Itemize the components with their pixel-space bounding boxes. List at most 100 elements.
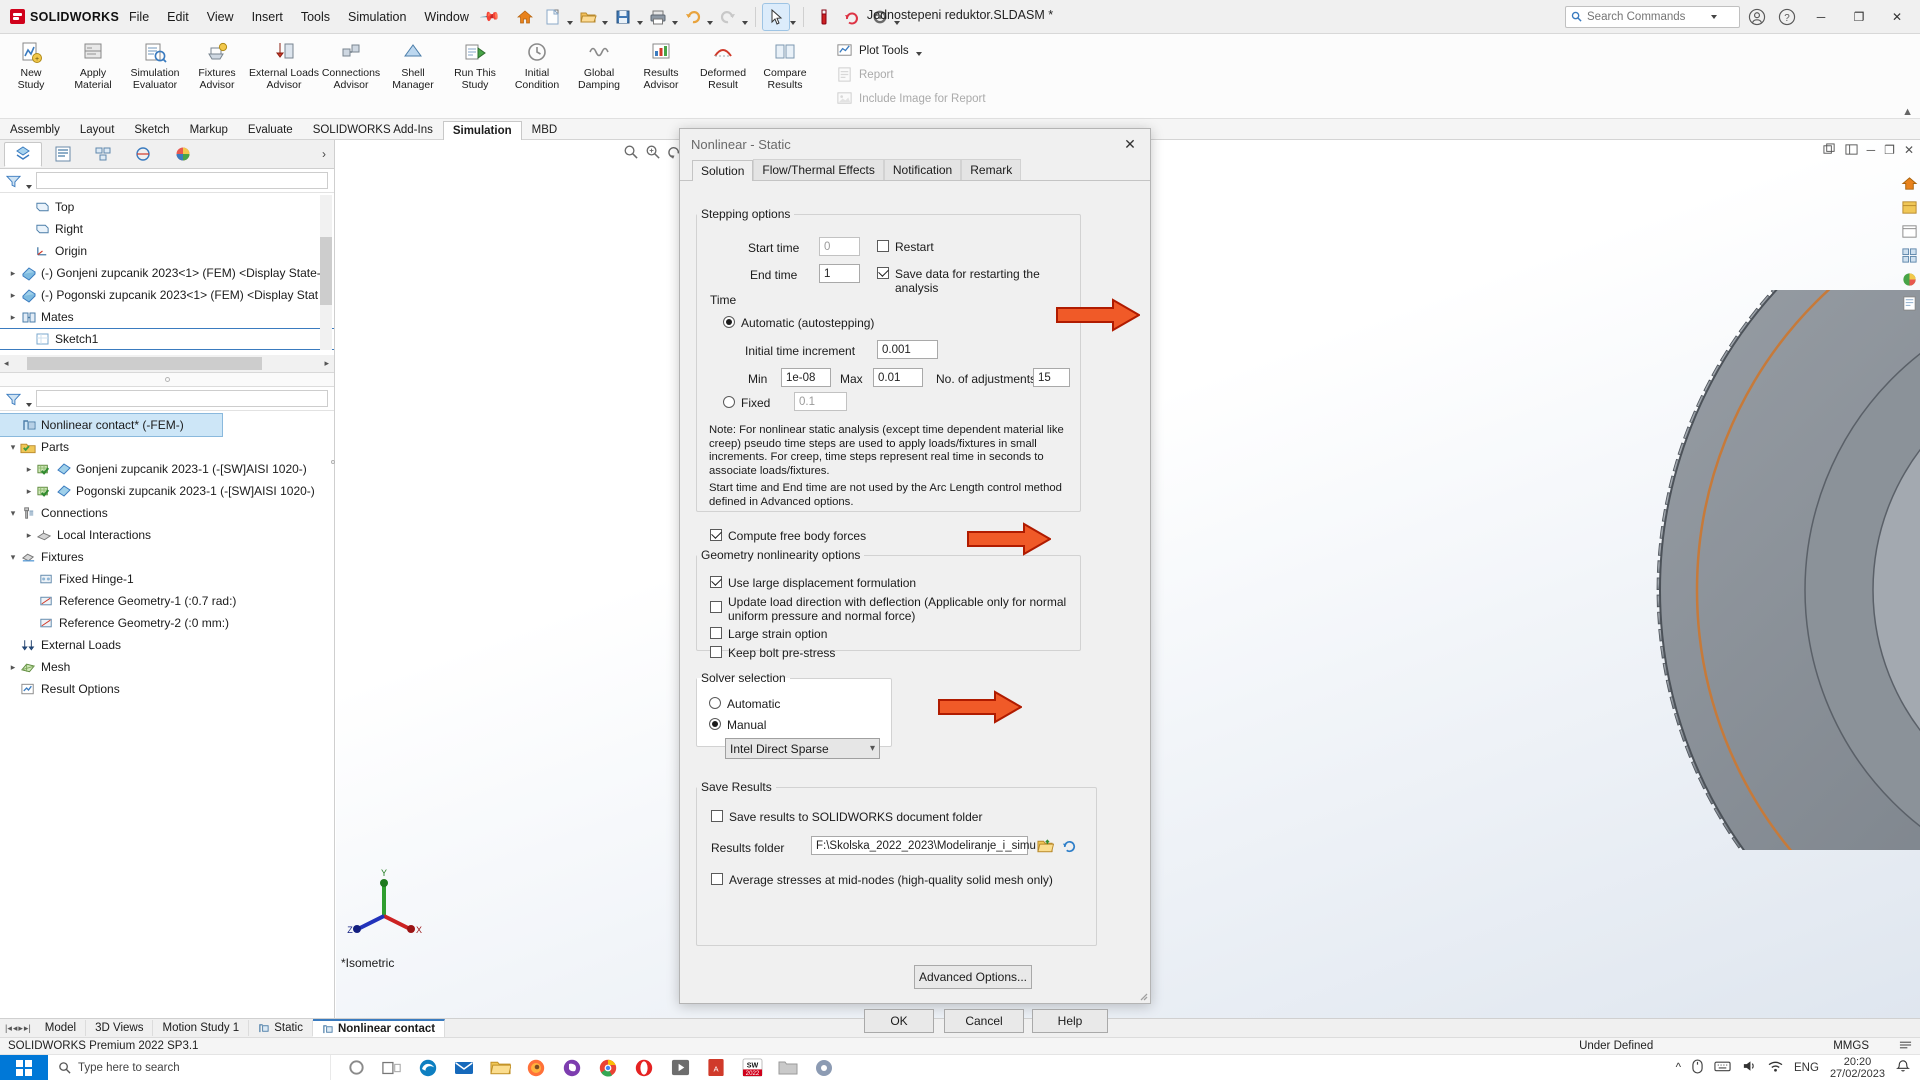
select-cursor-icon[interactable]: [762, 2, 791, 31]
media-player-icon[interactable]: [665, 1056, 695, 1080]
tab-mbd[interactable]: MBD: [522, 120, 568, 139]
average-stresses-row[interactable]: Average stresses at mid-nodes (high-qual…: [711, 873, 1053, 887]
twisty[interactable]: ▸: [6, 312, 20, 323]
task-view-icon[interactable]: [377, 1056, 407, 1080]
folder-browse-icon[interactable]: [1035, 836, 1055, 856]
dialog-tab-flow-thermal-effects[interactable]: Flow/Thermal Effects: [753, 159, 884, 180]
rebuild-icon[interactable]: [839, 4, 865, 30]
tree-item-local-interactions[interactable]: ▸ Local Interactions: [0, 524, 334, 546]
twisty[interactable]: ▸: [6, 268, 20, 279]
save-restart-checkbox[interactable]: [877, 267, 889, 279]
doc-minimize-button[interactable]: ─: [1867, 143, 1876, 159]
app-icon[interactable]: [809, 1056, 839, 1080]
tree-item-reference-geometry-2[interactable]: Reference Geometry-2 (:0 mm:): [0, 612, 334, 634]
solver-manual-row[interactable]: Manual: [709, 718, 766, 732]
ok-button[interactable]: OK: [864, 1009, 934, 1033]
edge-icon[interactable]: [413, 1056, 443, 1080]
open-dropdown-icon[interactable]: [602, 20, 609, 25]
tree-item-result-options[interactable]: Result Options: [0, 678, 334, 700]
menu-insert[interactable]: Insert: [243, 6, 292, 28]
custom-properties-icon[interactable]: [1900, 294, 1919, 313]
dialog-tab-remark[interactable]: Remark: [961, 159, 1022, 180]
close-icon[interactable]: ✕: [1116, 132, 1144, 156]
use-large-displacement-row[interactable]: Use large displacement formulation: [710, 576, 916, 590]
refresh-icon[interactable]: [1059, 836, 1079, 856]
tab-evaluate[interactable]: Evaluate: [238, 120, 303, 139]
fixed-radio-row[interactable]: Fixed: [723, 396, 770, 410]
doc-maximize-button[interactable]: ❐: [1884, 143, 1895, 159]
new-document-dropdown-icon[interactable]: [567, 20, 574, 25]
tab-markup[interactable]: Markup: [180, 120, 238, 139]
fixed-increment-input[interactable]: 0.1: [794, 392, 847, 411]
tree-item-fixtures[interactable]: ▾ Fixtures: [0, 546, 334, 568]
tab-nav-next[interactable]: ▸: [18, 1023, 23, 1034]
ribbon-external-loads-advisor[interactable]: External Loads Advisor: [248, 34, 320, 118]
mouse-icon[interactable]: [1692, 1058, 1703, 1077]
tree-item-pogonski-zupcanik[interactable]: ▸ (-) Pogonski zupcanik 2023<1> (FEM) <D…: [0, 284, 334, 306]
menu-view[interactable]: View: [198, 6, 243, 28]
model-tree-horizontal-scrollbar[interactable]: ◂ ▸: [0, 355, 334, 372]
options-dropdown-icon[interactable]: [894, 20, 901, 25]
ribbon-new-study[interactable]: + New Study: [0, 34, 62, 118]
doc-tab-nonlinear-contact[interactable]: Nonlinear contact: [312, 1019, 446, 1037]
solver-manual-radio[interactable]: [709, 718, 721, 730]
solver-automatic-radio[interactable]: [709, 697, 721, 709]
doc-tab-3d-views[interactable]: 3D Views: [86, 1020, 154, 1036]
help-icon[interactable]: ?: [1774, 4, 1800, 30]
ribbon-compare-results[interactable]: Compare Results: [754, 34, 816, 118]
tree-item-external-loads[interactable]: External Loads: [0, 634, 334, 656]
ribbon-global-damping[interactable]: Global Damping: [568, 34, 630, 118]
tree-item-connections[interactable]: ▾ Connections: [0, 502, 334, 524]
folder-icon[interactable]: [773, 1056, 803, 1080]
ribbon-results-advisor[interactable]: Results Advisor: [630, 34, 692, 118]
save-dropdown-icon[interactable]: [637, 20, 644, 25]
network-icon[interactable]: [1768, 1060, 1783, 1076]
tree-item-reference-geometry-1[interactable]: Reference Geometry-1 (:0.7 rad:): [0, 590, 334, 612]
user-account-icon[interactable]: [1744, 4, 1770, 30]
restart-checkbox[interactable]: [877, 240, 889, 252]
initial-time-increment-input[interactable]: 0.001: [877, 340, 938, 359]
end-time-input[interactable]: 1: [819, 264, 860, 283]
help-button[interactable]: Help: [1032, 1009, 1108, 1033]
menu-simulation[interactable]: Simulation: [339, 6, 415, 28]
ribbon-run-this-study[interactable]: Run This Study: [444, 34, 506, 118]
keyboard-icon[interactable]: [1714, 1060, 1731, 1075]
solidworks-2022-icon[interactable]: SW 2022: [737, 1056, 767, 1080]
twisty[interactable]: ▾: [6, 442, 20, 453]
tab-assembly[interactable]: Assembly: [0, 120, 70, 139]
doc-tab-static[interactable]: Static: [249, 1020, 313, 1036]
save-results-to-doc-row[interactable]: Save results to SOLIDWORKS document fold…: [711, 810, 982, 824]
tree-item-gonjeni-zupcanik[interactable]: ▸ (-) Gonjeni zupcanik 2023<1> (FEM) <Di…: [0, 262, 334, 284]
ribbon-collapse-icon[interactable]: ▲: [1902, 106, 1913, 118]
configuration-manager-tab[interactable]: [84, 142, 122, 167]
print-icon[interactable]: [645, 4, 671, 30]
save-results-to-doc-checkbox[interactable]: [711, 810, 723, 822]
home-task-icon[interactable]: [1900, 174, 1919, 193]
feature-manager-tab[interactable]: [4, 141, 42, 167]
design-library-icon[interactable]: [1900, 198, 1919, 217]
ribbon-shell-manager[interactable]: Shell Manager: [382, 34, 444, 118]
automatic-radio[interactable]: [723, 316, 735, 328]
notifications-icon[interactable]: [1896, 1059, 1910, 1076]
doc-close-button[interactable]: ✕: [1904, 143, 1914, 159]
tree-item-gonjeni-body[interactable]: ▸ Gonjeni zupcanik 2023-1 (-[SW]AISI 102…: [0, 458, 334, 480]
dialog-title-bar[interactable]: Nonlinear - Static ✕: [680, 129, 1150, 159]
large-strain-option-checkbox[interactable]: [710, 627, 722, 639]
tree-item-fixed-hinge-1[interactable]: Fixed Hinge-1: [0, 568, 334, 590]
select-dropdown-icon[interactable]: [790, 20, 797, 25]
fixed-radio[interactable]: [723, 396, 735, 408]
ribbon-fixtures-advisor[interactable]: Fixtures Advisor: [186, 34, 248, 118]
twisty[interactable]: ▸: [22, 464, 36, 475]
model-tree-scroll-thumb[interactable]: [320, 237, 332, 305]
ribbon-apply-material[interactable]: Apply Material: [62, 34, 124, 118]
tree-item-parts[interactable]: ▾ Parts: [0, 436, 334, 458]
use-large-displacement-checkbox[interactable]: [710, 576, 722, 588]
property-manager-tab[interactable]: [44, 142, 82, 167]
menu-edit[interactable]: Edit: [158, 6, 198, 28]
window-minimize-button[interactable]: ─: [1804, 1, 1838, 33]
tree-item-nonlinear-contact-study[interactable]: Nonlinear contact* (-FEM-): [0, 413, 223, 437]
doc-tab-model[interactable]: Model: [36, 1020, 87, 1036]
search-input[interactable]: [1587, 10, 1705, 23]
model-filter-input[interactable]: [36, 172, 328, 189]
mail-icon[interactable]: [449, 1056, 479, 1080]
